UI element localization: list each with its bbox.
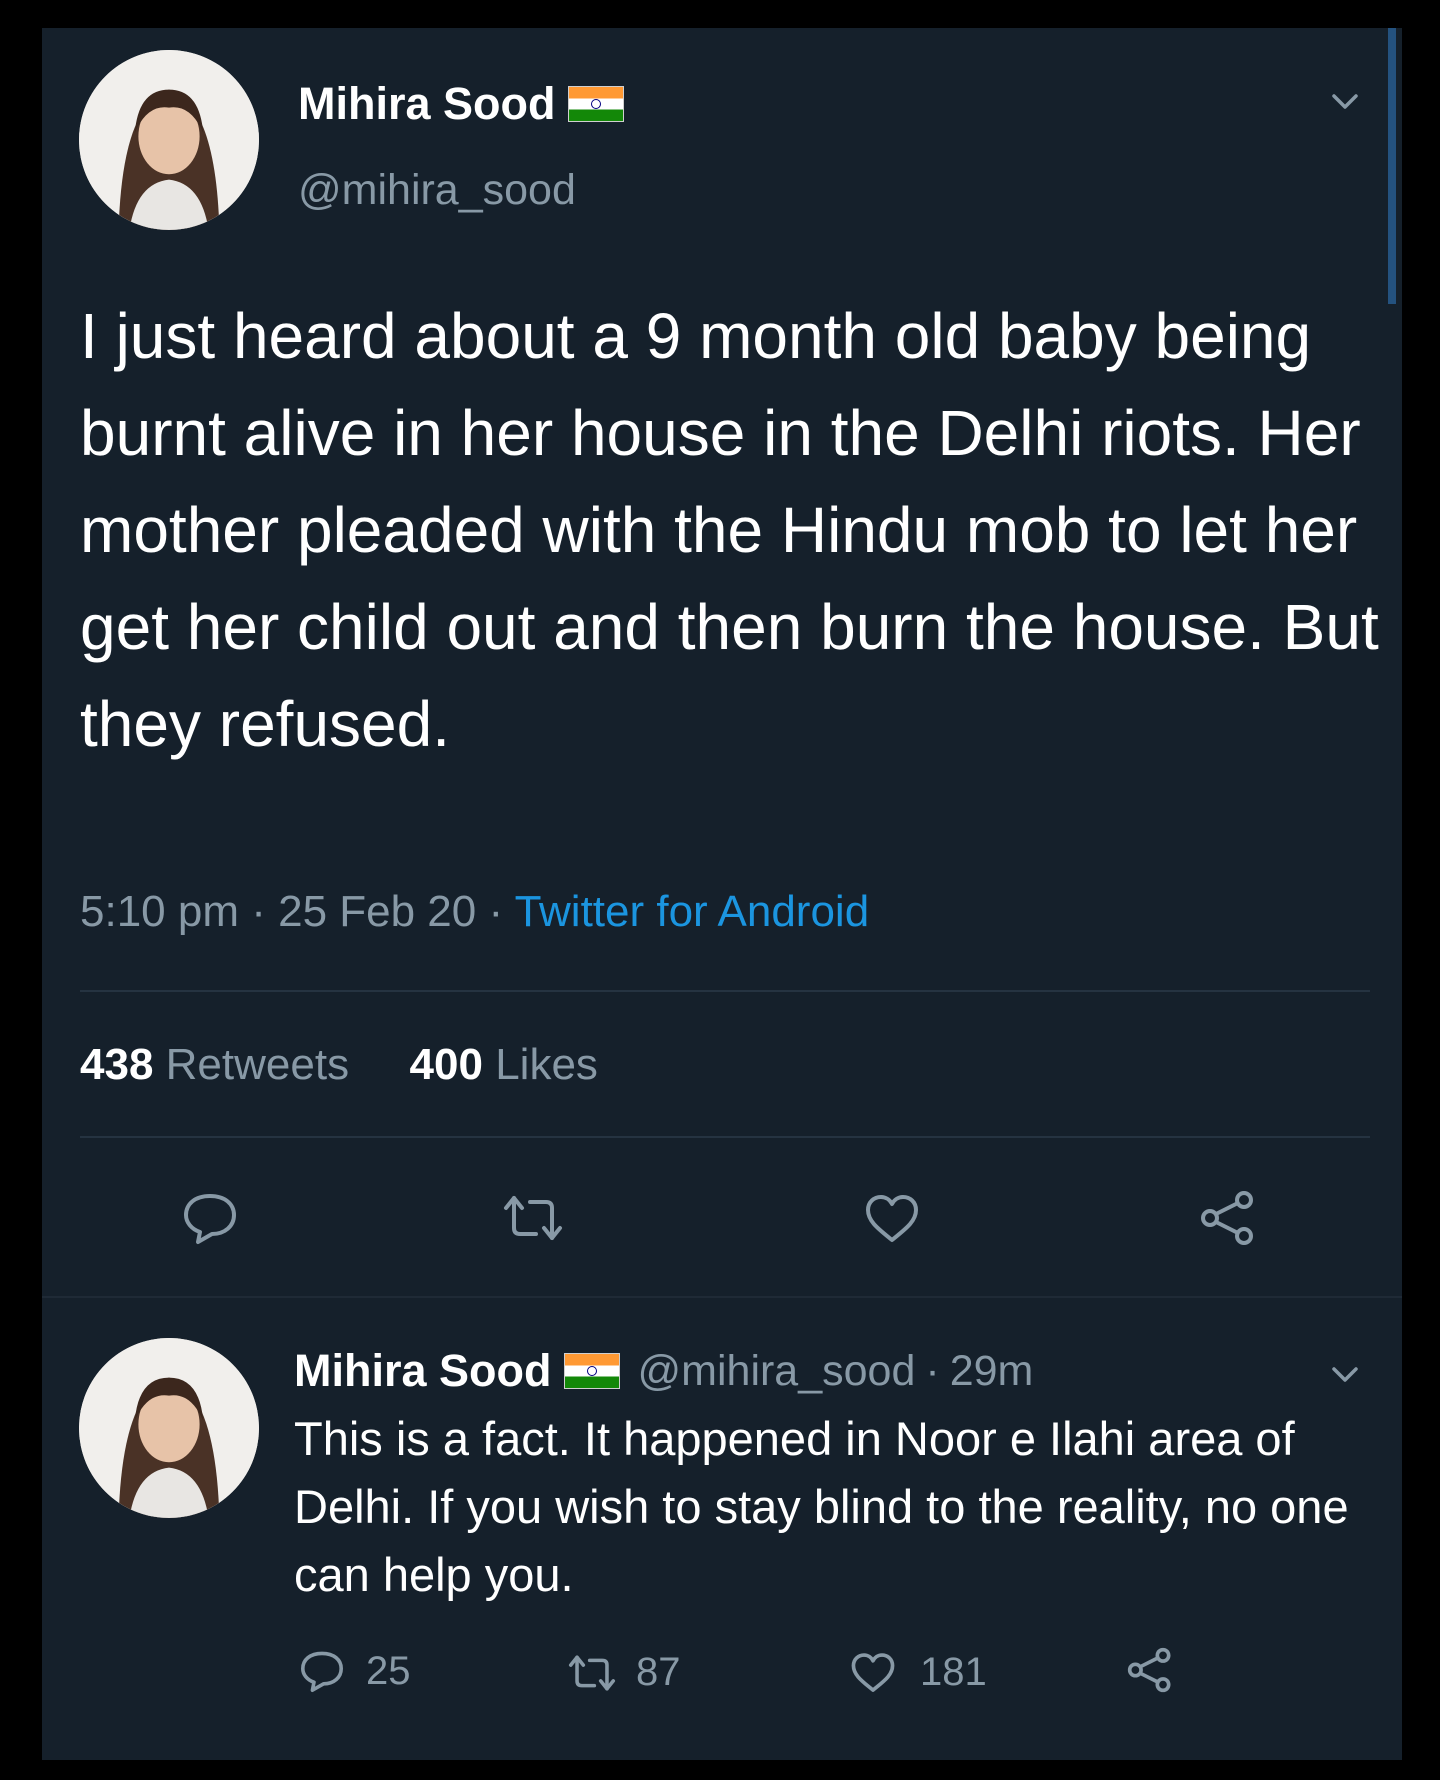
speech-bubble-icon xyxy=(184,1194,236,1244)
reply-count-button[interactable]: 25 xyxy=(298,1648,411,1694)
scrollbar[interactable] xyxy=(1388,28,1396,304)
retweet-arrows-icon xyxy=(504,1196,562,1240)
tweet-stats: 438 Retweets 400 Likes xyxy=(80,1040,598,1090)
author-name[interactable]: Mihira Sood xyxy=(298,78,556,130)
india-flag-icon xyxy=(567,86,624,122)
heart-icon xyxy=(851,1652,895,1692)
tweet-text: I just heard about a 9 month old baby be… xyxy=(80,300,1379,760)
avatar[interactable] xyxy=(79,1338,259,1518)
retweets-stat[interactable]: 438 Retweets xyxy=(80,1040,349,1089)
likes-stat[interactable]: 400 Likes xyxy=(410,1040,598,1089)
reply-age: 29m xyxy=(949,1346,1034,1395)
retweet-button[interactable] xyxy=(500,1192,566,1244)
tweet-source[interactable]: Twitter for Android xyxy=(515,887,870,936)
reply-author-name[interactable]: Mihira Sood xyxy=(294,1345,552,1397)
speech-bubble-icon xyxy=(301,1651,343,1692)
avatar[interactable] xyxy=(79,50,259,230)
retweet-count: 87 xyxy=(636,1650,681,1694)
likes-label: Likes xyxy=(495,1040,598,1089)
retweet-count-button[interactable]: 87 xyxy=(566,1650,681,1695)
share-button[interactable] xyxy=(1196,1186,1260,1250)
reply-header: Mihira Sood @mihira_sood · 29m xyxy=(294,1345,1033,1397)
handle-row: @mihira_sood xyxy=(298,166,576,215)
reply-button[interactable] xyxy=(180,1190,240,1246)
avatar-portrait xyxy=(79,1338,259,1518)
retweets-label: Retweets xyxy=(165,1040,350,1089)
avatar-portrait xyxy=(79,50,259,230)
tweet-time: 5:10 pm xyxy=(80,887,239,936)
likes-count: 400 xyxy=(409,1040,483,1089)
reply-count: 25 xyxy=(366,1648,411,1693)
retweets-count: 438 xyxy=(80,1040,154,1089)
like-button[interactable] xyxy=(862,1192,922,1246)
divider xyxy=(80,1136,1370,1138)
tweet-meta: 5:10 pm · 25 Feb 20 · Twitter for Androi… xyxy=(80,887,870,936)
author-handle[interactable]: @mihira_sood xyxy=(298,166,576,215)
india-flag-icon xyxy=(563,1353,620,1389)
reply-text: This is a fact. It happened in Noor e Il… xyxy=(294,1412,1349,1601)
heart-icon xyxy=(866,1195,918,1242)
share-button[interactable] xyxy=(1124,1644,1176,1696)
author-row: Mihira Sood xyxy=(298,78,624,130)
reply-handle[interactable]: @mihira_sood xyxy=(638,1347,916,1396)
retweet-arrows-icon xyxy=(568,1654,616,1691)
like-count-button[interactable]: 181 xyxy=(848,1650,987,1695)
share-nodes-icon xyxy=(1201,1191,1253,1245)
chevron-down-icon[interactable] xyxy=(1330,1365,1360,1385)
like-count: 181 xyxy=(920,1650,987,1694)
divider xyxy=(42,1296,1402,1298)
share-nodes-icon xyxy=(1127,1647,1171,1693)
chevron-down-icon[interactable] xyxy=(1330,92,1360,112)
divider xyxy=(80,990,1370,992)
separator-dot: · xyxy=(925,1346,940,1395)
tweet-date: 25 Feb 20 xyxy=(278,887,477,936)
